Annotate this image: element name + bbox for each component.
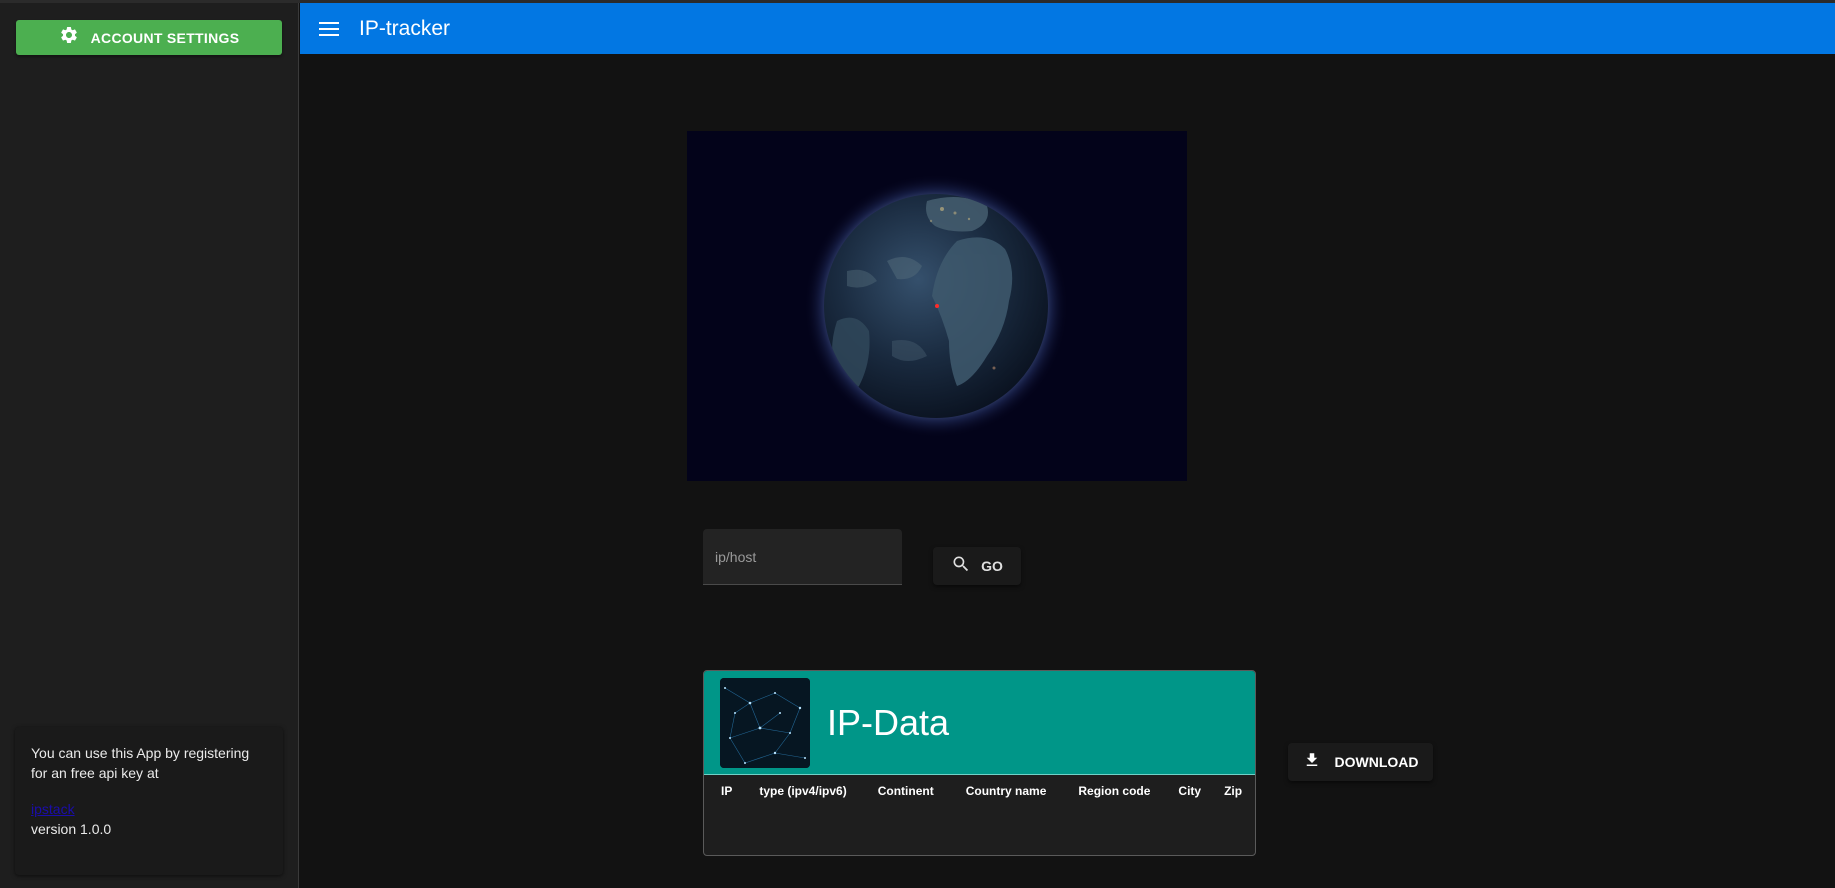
account-settings-button[interactable]: ACCOUNT SETTINGS (16, 20, 282, 55)
hamburger-menu-icon[interactable] (319, 21, 339, 36)
version-text: version 1.0.0 (31, 821, 112, 837)
ip-data-header: IP-Data (704, 671, 1255, 775)
account-settings-label: ACCOUNT SETTINGS (90, 29, 240, 46)
download-label: DOWNLOAD (1334, 754, 1419, 770)
column-header-city[interactable]: City (1178, 784, 1201, 798)
go-label: GO (981, 558, 1003, 574)
download-icon (1303, 751, 1321, 774)
ip-data-title: IP-Data (827, 701, 950, 743)
ip-data-card: IP-Data IP type (ipv4/ipv6) Continent Co… (703, 670, 1256, 856)
app-title: IP-tracker (359, 16, 451, 40)
column-header-ip[interactable]: IP (721, 784, 732, 798)
search-field[interactable] (703, 529, 902, 585)
network-thumbnail (720, 677, 810, 768)
ip-table-header: IP type (ipv4/ipv6) Continent Country na… (704, 775, 1255, 807)
gear-icon (59, 25, 79, 50)
globe-view[interactable] (687, 131, 1187, 481)
api-info-text: You can use this App by registering for … (31, 745, 250, 781)
column-header-zip[interactable]: Zip (1224, 784, 1242, 798)
column-header-continent[interactable]: Continent (878, 784, 934, 798)
app-bar: IP-tracker (300, 3, 1835, 54)
location-marker (935, 304, 939, 308)
download-button[interactable]: DOWNLOAD (1288, 743, 1433, 781)
column-header-country-name[interactable]: Country name (966, 784, 1047, 798)
column-header-type[interactable]: type (ipv4/ipv6) (759, 784, 846, 798)
ipstack-link[interactable]: ipstack (31, 801, 75, 817)
search-icon (951, 554, 971, 579)
navigation-drawer: ACCOUNT SETTINGS You can use this App by… (0, 3, 299, 888)
go-button[interactable]: GO (933, 547, 1021, 585)
search-input[interactable] (703, 529, 902, 584)
api-info-card: You can use this App by registering for … (15, 727, 283, 875)
column-header-region-code[interactable]: Region code (1078, 784, 1150, 798)
